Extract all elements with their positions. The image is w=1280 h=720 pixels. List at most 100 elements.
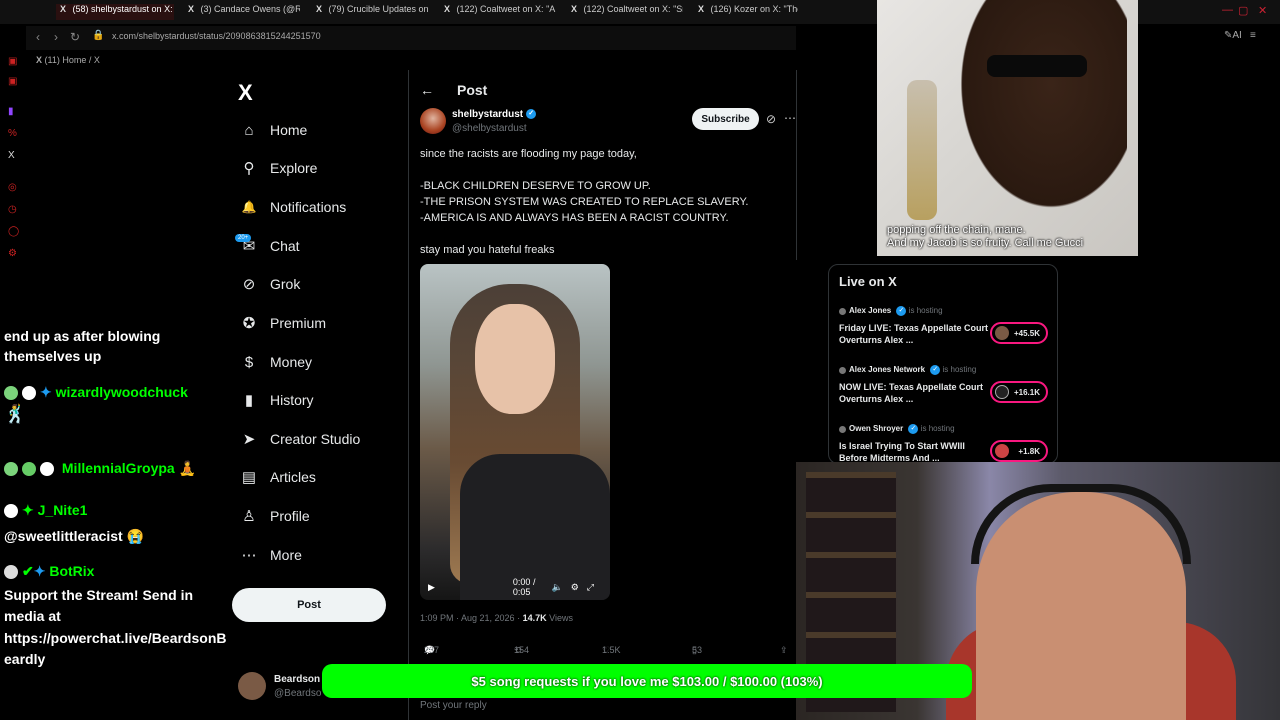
tab-shelbystardust[interactable]: X (58) shelbystardust on X: " xyxy=(56,4,174,20)
chat-message: https://powerchat.live/BeardsonB xyxy=(4,630,227,646)
listener-count[interactable]: +45.5K xyxy=(990,322,1048,344)
tab-candace[interactable]: X (3) Candace Owens (@Re xyxy=(188,4,300,20)
author-avatar[interactable] xyxy=(420,108,446,134)
bookmark-count: 53 xyxy=(692,645,703,655)
caption-line: And my Jacob is so fruity. Call me Gucci xyxy=(887,237,1084,249)
sidebar-app-icon[interactable]: ▣ xyxy=(8,76,17,87)
live-host[interactable]: Alex Jones Network ✓ is hosting xyxy=(839,365,976,375)
column-divider xyxy=(796,70,797,260)
sparkle-icon: ✦ xyxy=(33,563,46,579)
video-player[interactable]: ▶ 0:00 / 0:05 🔈 ⚙ ⤢ xyxy=(420,264,610,600)
hosting-label: is hosting xyxy=(920,424,955,434)
chat-user: MillennialGroypa 🧘 xyxy=(4,460,196,477)
user-badge-icon xyxy=(4,504,18,519)
back-arrow-icon[interactable]: ← xyxy=(420,82,434,98)
account-switcher[interactable]: Beardson @Beardso xyxy=(238,670,328,706)
menu-icon[interactable]: ≡ xyxy=(1250,30,1256,41)
sidebar-app-icon[interactable]: ◎ xyxy=(8,182,17,193)
nav-home[interactable]: ⌂ Home xyxy=(240,118,307,142)
close-icon[interactable]: ✕ xyxy=(1258,4,1267,17)
user-badge-icon xyxy=(40,462,54,477)
nav-grok[interactable]: ⊘ Grok xyxy=(240,272,301,296)
maximize-icon[interactable]: ▢ xyxy=(1238,4,1248,17)
live-stream-title[interactable]: Is Israel Trying To Start WWIII Before M… xyxy=(839,440,989,463)
video-time: 0:00 / 0:05 xyxy=(512,577,536,597)
nav-money[interactable]: $ Money xyxy=(240,350,312,374)
sidebar-app-icon[interactable]: % xyxy=(8,128,17,139)
author-name[interactable]: shelbystardust ✓ xyxy=(452,109,537,120)
back-icon[interactable]: ‹ xyxy=(36,30,40,44)
more-options-icon[interactable]: ⋯ xyxy=(784,111,796,125)
tab-coaltweet-1[interactable]: X (122) Coaltweet on X: "A xyxy=(444,4,556,20)
lock-icon: 🔒 xyxy=(92,30,105,41)
tab-kozer[interactable]: X (126) Kozer on X: "The xyxy=(698,4,798,20)
post-timestamp: 1:09 PM · Aug 21, 2026 · xyxy=(420,613,523,623)
articles-icon: ▤ xyxy=(241,469,257,486)
host-name: Owen Shroyer xyxy=(849,424,904,434)
reload-icon[interactable]: ↻ xyxy=(70,30,80,44)
reply-input[interactable]: Post your reply xyxy=(420,700,487,711)
avatar xyxy=(238,672,266,700)
host-avatar xyxy=(839,307,846,315)
live-host[interactable]: Alex Jones ✓ is hosting xyxy=(839,306,943,316)
settings-icon[interactable]: ⚙ xyxy=(571,582,579,593)
play-icon[interactable]: ▶ xyxy=(428,582,435,593)
nav-profile[interactable]: ♙ Profile xyxy=(240,504,309,528)
sparkle-icon: ✦ xyxy=(40,384,52,400)
volume-icon[interactable]: 🔈 xyxy=(552,582,563,593)
listener-count[interactable]: +1.8K xyxy=(990,440,1048,462)
post-button[interactable]: Post xyxy=(232,588,386,622)
tab-coaltweet-2[interactable]: X (122) Coaltweet on X: "Sne xyxy=(571,4,683,20)
bookmark-home[interactable]: X (11) Home / X xyxy=(36,55,100,65)
chat-badge: 20+ xyxy=(235,234,252,242)
live-stream-title[interactable]: NOW LIVE: Texas Appellate Court Overturn… xyxy=(839,381,989,405)
chat-message: @sweetlittleracist 😭 xyxy=(4,528,145,544)
x-tab-icon: X xyxy=(444,4,451,14)
address-bar[interactable]: ‹ › ↻ 🔒 x.com/shelbystardust/status/2090… xyxy=(26,26,796,50)
url-text[interactable]: x.com/shelbystardust/status/209086381524… xyxy=(112,31,321,41)
avatar xyxy=(995,326,1009,340)
live-host[interactable]: Owen Shroyer ✓ is hosting xyxy=(839,424,955,434)
user-badge-icon xyxy=(22,386,36,401)
nav-creator-studio[interactable]: ➤ Creator Studio xyxy=(240,427,361,451)
minimize-icon[interactable]: — xyxy=(1222,4,1233,16)
chat-app-icon[interactable]: ◯ xyxy=(8,226,19,237)
forward-icon[interactable]: › xyxy=(54,30,58,44)
count-text: +16.1K xyxy=(1013,387,1040,397)
x-logo[interactable]: X xyxy=(238,80,253,106)
avatar xyxy=(995,385,1009,399)
nav-explore[interactable]: ⚲ Explore xyxy=(240,156,318,180)
twitch-icon[interactable]: ▮ xyxy=(8,106,14,117)
author-handle[interactable]: @shelbystardust xyxy=(452,123,527,134)
share-icon[interactable]: ⇪ xyxy=(780,645,788,656)
nav-more[interactable]: ⋯ More xyxy=(240,543,302,567)
nav-premium[interactable]: ✪ Premium xyxy=(240,311,326,335)
count-text: +1.8K xyxy=(1018,446,1040,456)
verified-icon: ✓ xyxy=(896,306,907,316)
nav-label: Grok xyxy=(270,276,301,292)
grok-icon[interactable]: ⊘ xyxy=(766,112,776,126)
grok-icon: ⊘ xyxy=(242,276,256,293)
author-name-text: shelbystardust xyxy=(452,109,524,120)
nav-history[interactable]: ▮ History xyxy=(240,388,314,412)
nav-notifications[interactable]: 🔔 Notifications xyxy=(240,195,347,219)
tab-crucible[interactable]: X (79) Crucible Updates on X xyxy=(316,4,428,20)
subscribe-button[interactable]: Subscribe xyxy=(692,108,759,130)
nav-articles[interactable]: ▤ Articles xyxy=(240,465,316,489)
settings-icon[interactable]: ⚙ xyxy=(8,248,17,259)
ai-button[interactable]: ✎AI xyxy=(1224,30,1242,41)
fullscreen-icon[interactable]: ⤢ xyxy=(587,582,594,593)
donation-goal-bar: $5 song requests if you love me $103.00 … xyxy=(322,664,972,698)
tab-label: (3) Candace Owens (@Re xyxy=(200,4,300,14)
user-badge-icon xyxy=(4,462,18,477)
chat-message: Support the Stream! Send in xyxy=(4,587,194,603)
history-icon[interactable]: ◷ xyxy=(8,204,17,215)
x-tab-icon: X xyxy=(60,4,67,14)
x-app-icon[interactable]: X xyxy=(8,150,15,161)
listener-count[interactable]: +16.1K xyxy=(990,381,1048,403)
home-icon: ⌂ xyxy=(244,121,254,139)
live-stream-title[interactable]: Friday LIVE: Texas Appellate Court Overt… xyxy=(839,322,989,346)
sidebar-app-icon[interactable]: ▣ xyxy=(8,56,17,67)
x-tab-icon: X xyxy=(188,4,195,14)
nav-label: Premium xyxy=(270,315,327,331)
